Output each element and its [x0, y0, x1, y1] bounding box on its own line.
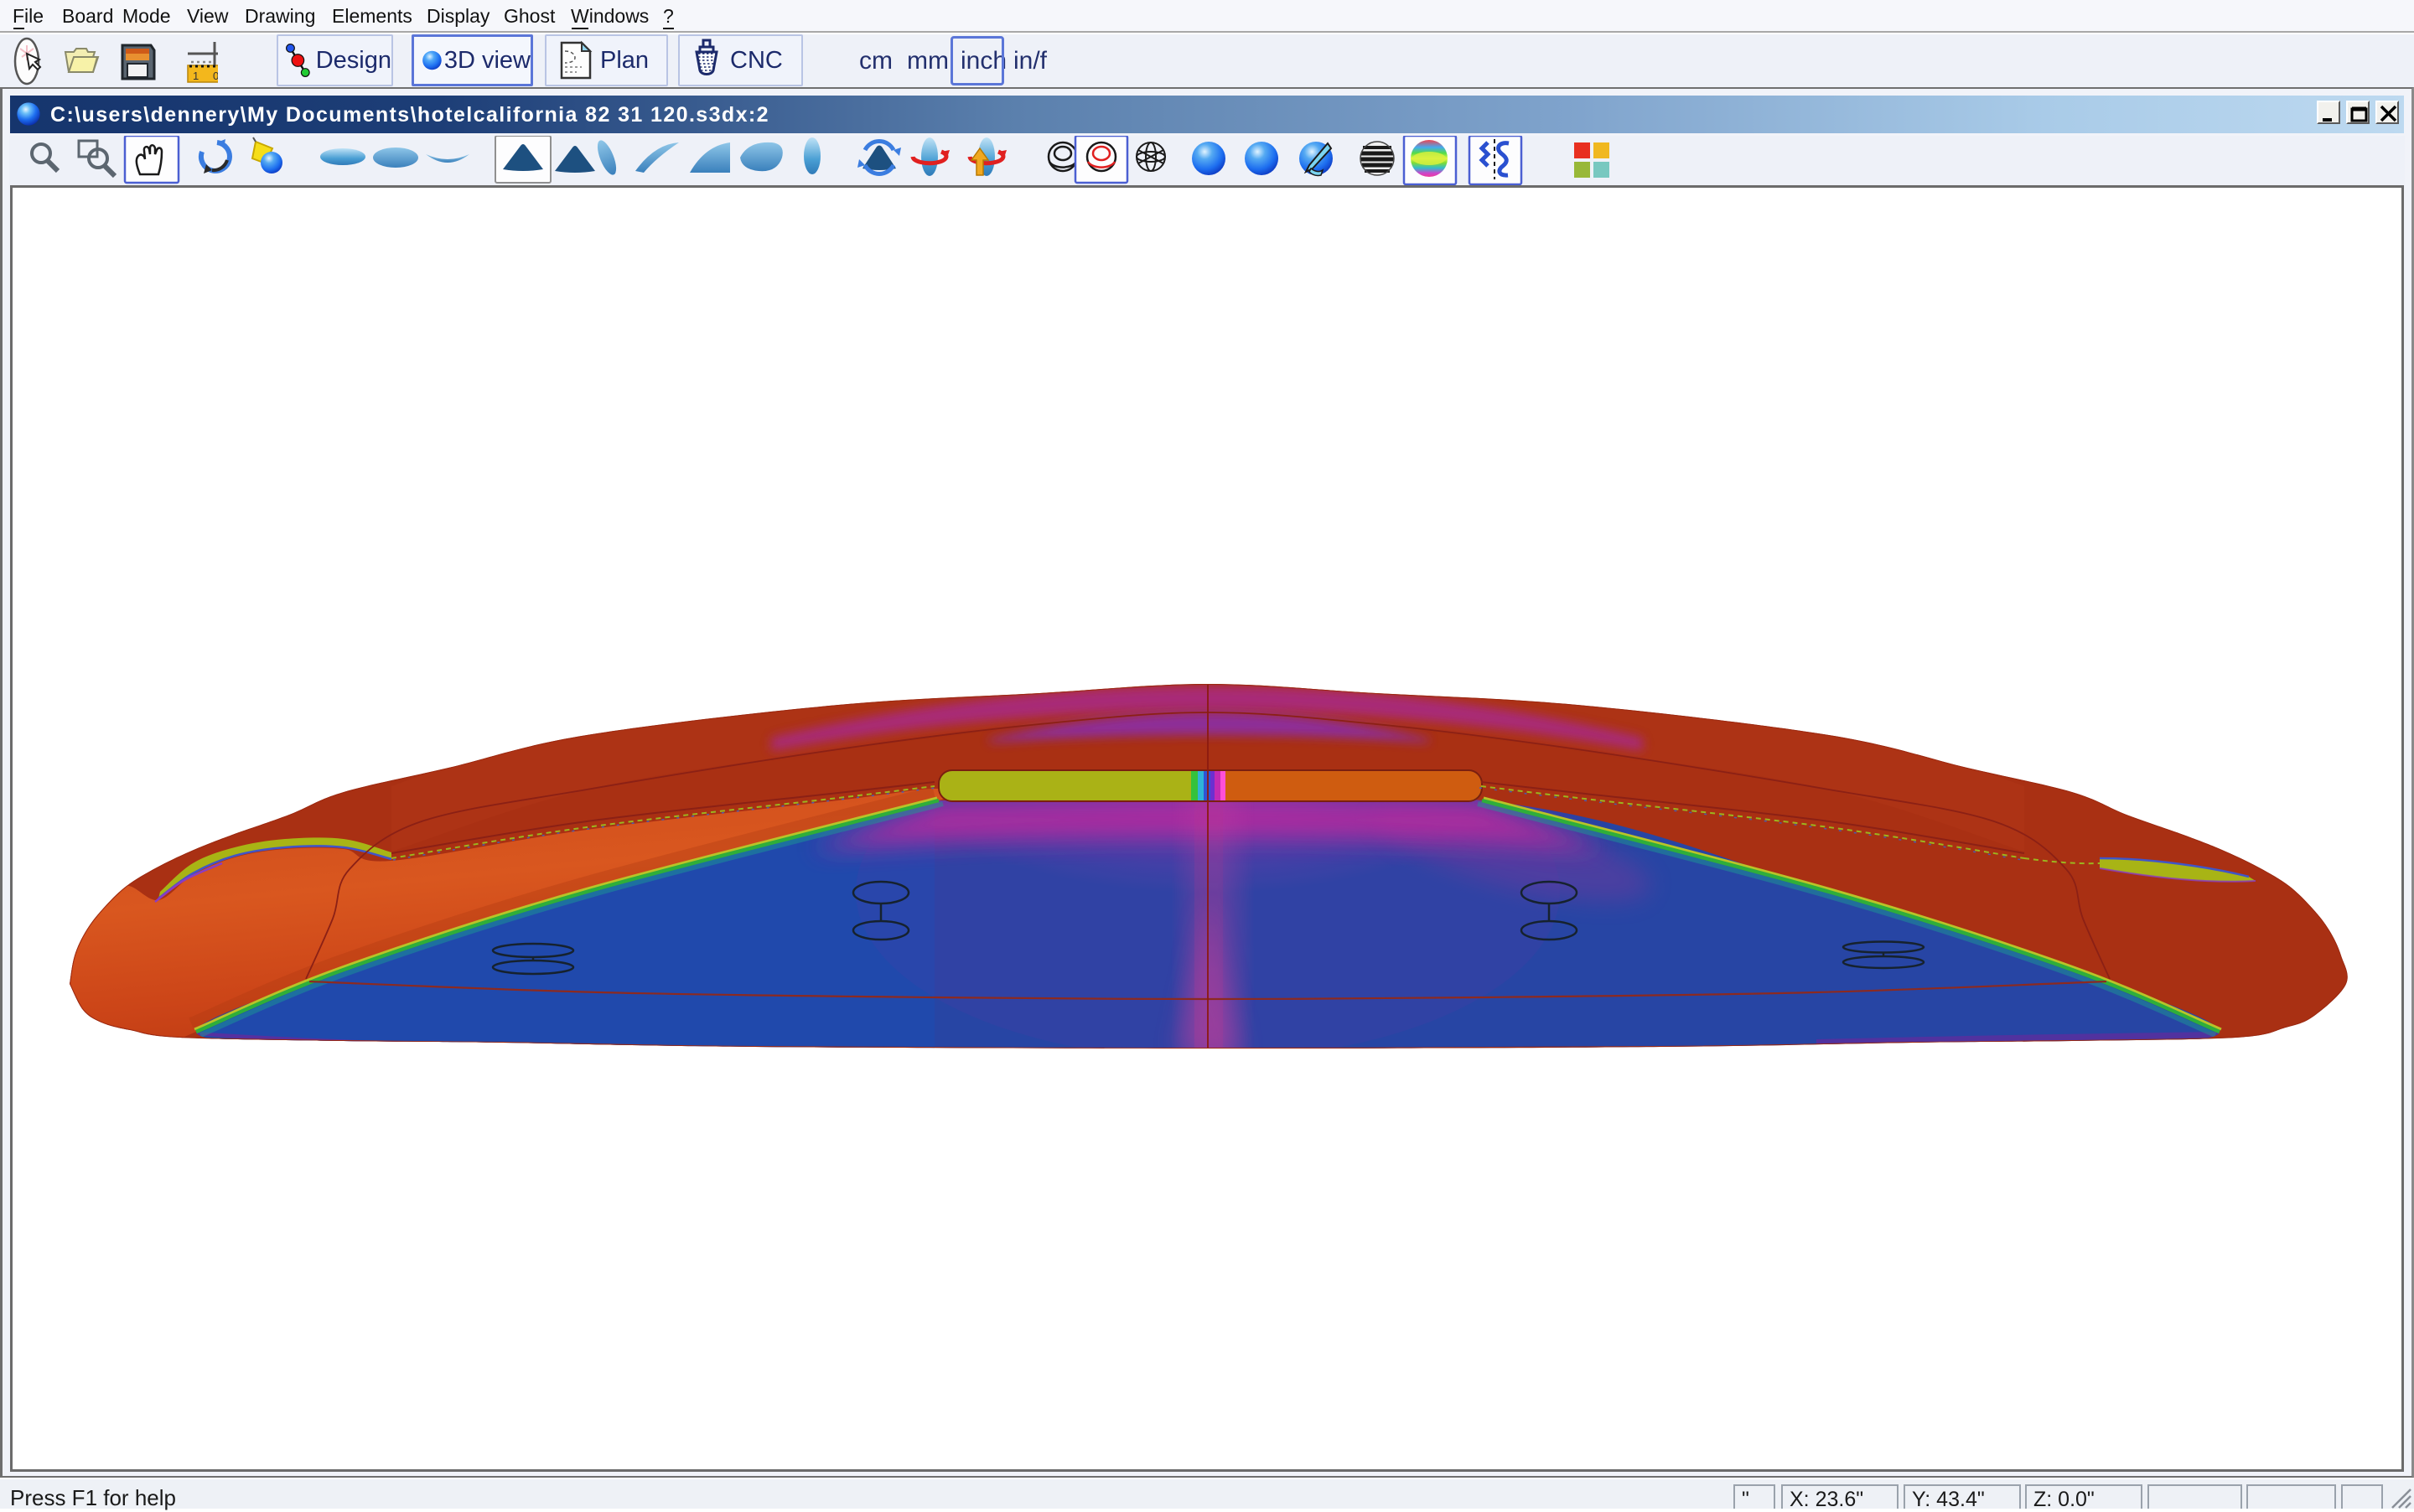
svg-text:0: 0	[213, 70, 218, 82]
svg-text:1: 1	[193, 70, 199, 82]
